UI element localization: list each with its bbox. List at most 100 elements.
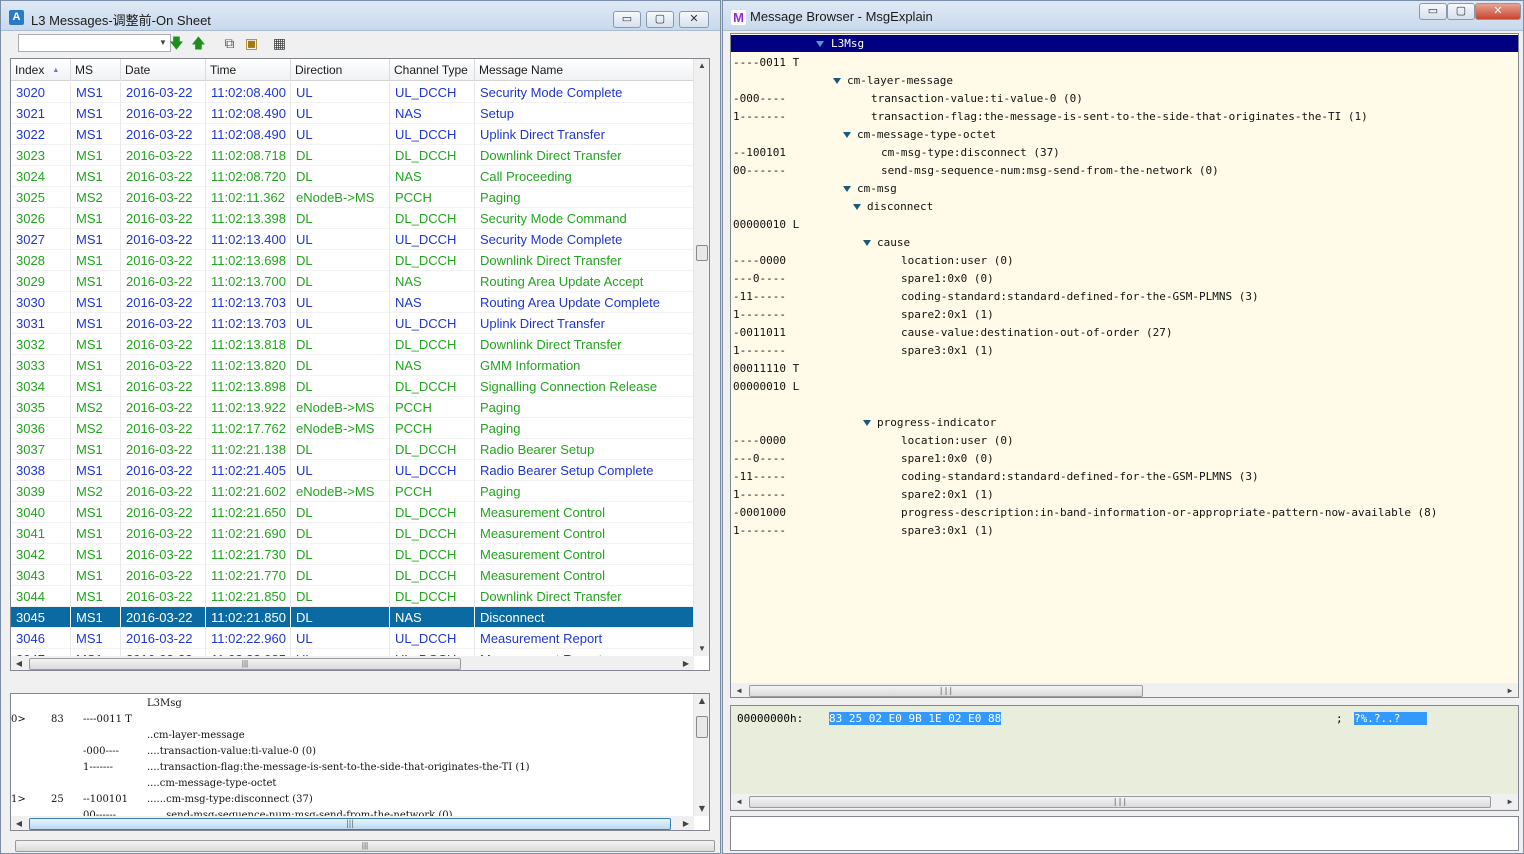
filter-combo[interactable]: ▼	[18, 34, 171, 52]
tree-root-row[interactable]: L3Msg	[731, 35, 1518, 52]
column-header-time[interactable]: Time	[206, 59, 291, 81]
hex-horizontal-scrollbar[interactable]: ◀ ||| ▶	[731, 794, 1518, 809]
column-header-direction[interactable]: Direction	[291, 59, 390, 81]
table-hscroll-thumb[interactable]: |||	[29, 658, 461, 670]
tree-node-label[interactable]: progress-description:in-band-information…	[901, 506, 1437, 519]
tree-node-label[interactable]: spare3:0x1 (1)	[901, 524, 994, 537]
tree-node-label[interactable]: coding-standard:standard-defined-for-the…	[901, 470, 1259, 483]
expander-icon[interactable]	[853, 204, 861, 210]
hex-ascii[interactable]: ?%.?..?	[1354, 712, 1427, 725]
right-minimize-button[interactable]: ▭	[1419, 3, 1447, 20]
tree-scroll-right-icon[interactable]: ▶	[1503, 684, 1517, 697]
combo-dropdown-icon[interactable]: ▼	[158, 37, 168, 49]
table-row[interactable]: 3046 MS1 2016-03-22 11:02:22.960 UL UL_DCCH Me…	[11, 628, 694, 649]
table-row[interactable]: 3025 MS2 2016-03-22 11:02:11.362 eNodeB->MS P…	[11, 187, 694, 208]
tree-node-label[interactable]: spare3:0x1 (1)	[901, 344, 994, 357]
scroll-right-icon[interactable]: ▶	[679, 657, 693, 670]
tree-node-label[interactable]: transaction-value:ti-value-0 (0)	[871, 92, 1083, 105]
decode-scroll-down-icon[interactable]: ▼	[695, 802, 709, 816]
tree-node-label[interactable]: disconnect	[867, 200, 933, 213]
tree-node-label[interactable]: cm-message-type-octet	[857, 128, 996, 141]
decode-scroll-right-icon[interactable]: ▶	[679, 817, 693, 830]
expander-icon[interactable]	[816, 41, 824, 47]
table-row[interactable]: 3033 MS1 2016-03-22 11:02:13.820 DL NAS GMM In…	[11, 355, 694, 376]
table-row[interactable]: 3027 MS1 2016-03-22 11:02:13.400 UL UL_DCCH Se…	[11, 229, 694, 250]
tree-hscroll-thumb[interactable]: |||	[749, 685, 1143, 697]
tree-scroll-left-icon[interactable]: ◀	[732, 684, 746, 697]
left-title-bar[interactable]: A L3 Messages-调整前-On Sheet ▭ ▢ ✕	[1, 1, 720, 31]
column-header-date[interactable]: Date	[121, 59, 206, 81]
expander-icon[interactable]	[833, 78, 841, 84]
tree-node-label[interactable]: cm-msg	[857, 182, 897, 195]
table-row[interactable]: 3028 MS1 2016-03-22 11:02:13.698 DL DL_DCCH Do…	[11, 250, 694, 271]
left-minimize-button[interactable]: ▭	[613, 11, 641, 28]
left-maximize-button[interactable]: ▢	[646, 11, 674, 28]
hex-scroll-left-icon[interactable]: ◀	[732, 795, 746, 809]
tree-node-label[interactable]: coding-standard:standard-defined-for-the…	[901, 290, 1259, 303]
table-row[interactable]: 3041 MS1 2016-03-22 11:02:21.690 DL DL_DCCH Me…	[11, 523, 694, 544]
column-header-channel-type[interactable]: Channel Type	[390, 59, 475, 81]
tree-node-label[interactable]: transaction-flag:the-message-is-sent-to-…	[871, 110, 1368, 123]
scroll-up-icon[interactable]: ▲	[695, 59, 709, 73]
tree-node-label[interactable]: cause	[877, 236, 910, 249]
window-horizontal-scrollbar[interactable]: |||	[1, 839, 720, 853]
tree-node-label[interactable]: progress-indicator	[877, 416, 996, 429]
table-row[interactable]: 3037 MS1 2016-03-22 11:02:21.138 DL DL_DCCH Ra…	[11, 439, 694, 460]
tree-node-label[interactable]: spare1:0x0 (0)	[901, 452, 994, 465]
table-row[interactable]: 3021 MS1 2016-03-22 11:02:08.490 UL NAS Setup	[11, 103, 694, 124]
expander-icon[interactable]	[843, 186, 851, 192]
column-header-ms[interactable]: MS	[71, 59, 121, 81]
decode-vertical-scrollbar[interactable]: ▲ ▼	[693, 694, 709, 816]
table-row[interactable]: 3035 MS2 2016-03-22 11:02:13.922 eNodeB->MS P…	[11, 397, 694, 418]
tree-node-label[interactable]: spare2:0x1 (1)	[901, 308, 994, 321]
table-row[interactable]: 3044 MS1 2016-03-22 11:02:21.850 DL DL_DCCH Do…	[11, 586, 694, 607]
hex-hscroll-thumb[interactable]: |||	[749, 796, 1491, 808]
table-row[interactable]: 3023 MS1 2016-03-22 11:02:08.718 DL DL_DCCH Do…	[11, 145, 694, 166]
tree-node-label[interactable]: spare1:0x0 (0)	[901, 272, 994, 285]
expander-icon[interactable]	[863, 240, 871, 246]
table-row[interactable]: 3020 MS1 2016-03-22 11:02:08.400 UL UL_DCCH Se…	[11, 82, 694, 103]
tree-node-label[interactable]: location:user (0)	[901, 434, 1014, 447]
decode-horizontal-scrollbar[interactable]: ◀ ||| ▶	[11, 816, 694, 830]
table-row[interactable]: 3038 MS1 2016-03-22 11:02:21.405 UL UL_DCCH Ra…	[11, 460, 694, 481]
table-row[interactable]: 3024 MS1 2016-03-22 11:02:08.720 DL NAS Call P…	[11, 166, 694, 187]
table-row[interactable]: 3022 MS1 2016-03-22 11:02:08.490 UL UL_DCCH Up…	[11, 124, 694, 145]
table-row[interactable]: 3036 MS2 2016-03-22 11:02:17.762 eNodeB->MS P…	[11, 418, 694, 439]
next-down-arrow-icon[interactable]: 🡇	[168, 35, 185, 52]
table-row[interactable]: 3032 MS1 2016-03-22 11:02:13.818 DL DL_DCCH Do…	[11, 334, 694, 355]
expander-icon[interactable]	[843, 132, 851, 138]
column-header-index[interactable]: Index ▲	[11, 59, 71, 81]
table-row[interactable]: 3029 MS1 2016-03-22 11:02:13.700 DL NAS Routin…	[11, 271, 694, 292]
column-header-message-name[interactable]: Message Name	[475, 59, 694, 81]
table-vertical-scrollbar[interactable]: ▲ ▼	[693, 59, 709, 656]
prev-up-arrow-icon[interactable]: 🡅	[190, 35, 207, 52]
tree-node-label[interactable]: location:user (0)	[901, 254, 1014, 267]
table-row[interactable]: 3026 MS1 2016-03-22 11:02:13.398 DL DL_DCCH Se…	[11, 208, 694, 229]
tree-node-label[interactable]: cm-msg-type:disconnect (37)	[881, 146, 1060, 159]
tree-node-label[interactable]: cm-layer-message	[847, 74, 953, 87]
export-icon[interactable]: ▣	[243, 35, 260, 52]
copy-icon[interactable]: ⧉	[221, 35, 238, 52]
table-row[interactable]: 3039 MS2 2016-03-22 11:02:21.602 eNodeB->MS P…	[11, 481, 694, 502]
table-row[interactable]: 3045 MS1 2016-03-22 11:02:21.850 DL NAS Discon…	[11, 607, 694, 628]
right-title-bar[interactable]: M Message Browser - MsgExplain ▭ ▢ ✕	[723, 1, 1523, 31]
expander-icon[interactable]	[863, 420, 871, 426]
decode-hscroll-thumb[interactable]: |||	[29, 818, 671, 830]
grid-view-icon[interactable]: ▦	[271, 35, 288, 52]
scroll-left-icon[interactable]: ◀	[12, 657, 26, 670]
window-hscroll-thumb[interactable]: |||	[15, 840, 715, 852]
decode-scroll-left-icon[interactable]: ◀	[12, 817, 26, 830]
hex-bytes[interactable]: 83 25 02 E0 9B 1E 02 E0 88	[829, 712, 1002, 725]
table-row[interactable]: 3040 MS1 2016-03-22 11:02:21.650 DL DL_DCCH Me…	[11, 502, 694, 523]
table-row[interactable]: 3042 MS1 2016-03-22 11:02:21.730 DL DL_DCCH Me…	[11, 544, 694, 565]
table-horizontal-scrollbar[interactable]: ◀ ||| ▶	[11, 656, 694, 670]
decode-scroll-up-icon[interactable]: ▲	[695, 694, 709, 708]
scroll-down-icon[interactable]: ▼	[695, 642, 709, 656]
table-row[interactable]: 3030 MS1 2016-03-22 11:02:13.703 UL NAS Routin…	[11, 292, 694, 313]
right-maximize-button[interactable]: ▢	[1447, 3, 1475, 20]
tree-horizontal-scrollbar[interactable]: ◀ ||| ▶	[731, 683, 1518, 697]
table-row[interactable]: 3034 MS1 2016-03-22 11:02:13.898 DL DL_DCCH Si…	[11, 376, 694, 397]
tree-node-label[interactable]: cause-value:destination-out-of-order (27…	[901, 326, 1173, 339]
decode-vscroll-thumb[interactable]	[696, 716, 708, 738]
table-row[interactable]: 3031 MS1 2016-03-22 11:02:13.703 UL UL_DCCH Up…	[11, 313, 694, 334]
